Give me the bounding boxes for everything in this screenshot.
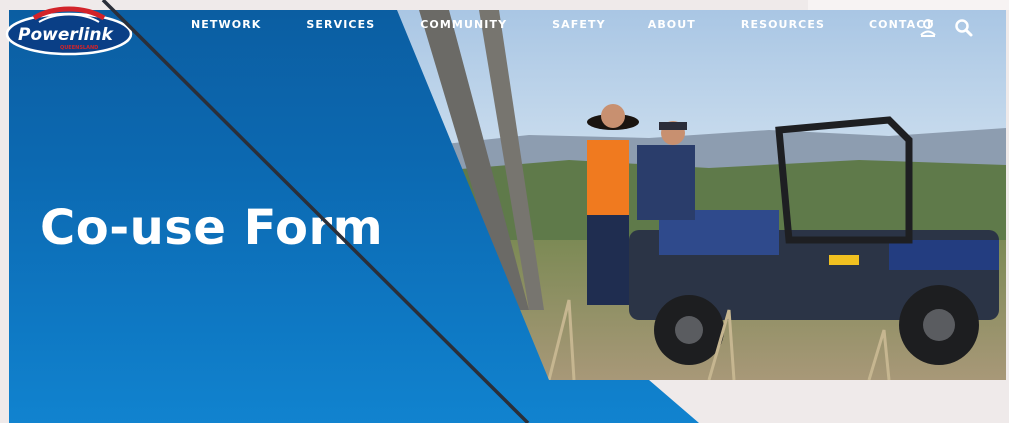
- nav-about[interactable]: ABOUT: [648, 18, 696, 31]
- hero-banner: Co-use Form: [9, 10, 1006, 423]
- menu: NETWORK SERVICES COMMUNITY SAFETY ABOUT …: [191, 18, 978, 31]
- user-icon[interactable]: [918, 18, 938, 38]
- logo-text: Powerlink: [18, 25, 115, 45]
- powerlink-logo[interactable]: Powerlink QUEENSLAND: [4, 4, 134, 56]
- nav-network[interactable]: NETWORK: [191, 18, 261, 31]
- nav-safety[interactable]: SAFETY: [552, 18, 606, 31]
- main-nav: Powerlink QUEENSLAND NETWORK SERVICES CO…: [0, 0, 997, 56]
- nav-resources[interactable]: RESOURCES: [741, 18, 825, 31]
- logo-subtext: QUEENSLAND: [60, 45, 98, 51]
- nav-community[interactable]: COMMUNITY: [420, 18, 507, 31]
- search-icon[interactable]: [954, 18, 974, 38]
- nav-services[interactable]: SERVICES: [306, 18, 375, 31]
- page-title: Co-use Form: [40, 200, 384, 256]
